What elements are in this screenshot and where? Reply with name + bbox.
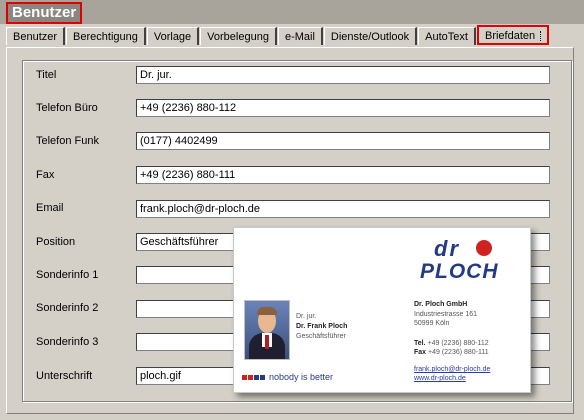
email-field[interactable]: frank.ploch@dr-ploch.de bbox=[136, 200, 550, 218]
tab-label: Benutzer bbox=[13, 31, 58, 43]
card-title: Dr. jur. bbox=[296, 313, 317, 320]
slogan-square-icon bbox=[260, 374, 265, 380]
slogan-square-icon bbox=[254, 374, 259, 380]
focus-dots bbox=[538, 31, 542, 42]
label-sonderinfo-1: Sonderinfo 1 bbox=[36, 269, 99, 281]
logo-dot bbox=[476, 240, 492, 256]
label-telefon-funk: Telefon Funk bbox=[36, 135, 99, 147]
card-city: 50999 Köln bbox=[414, 320, 450, 327]
label-sonderinfo-3: Sonderinfo 3 bbox=[36, 336, 99, 348]
card-fax-value: +49 (2236) 880-111 bbox=[428, 349, 489, 356]
card-position: Geschäftsführer bbox=[296, 333, 346, 340]
label-titel: Titel bbox=[36, 69, 57, 81]
slogan-text: nobody is better bbox=[269, 372, 334, 382]
tab-label: Dienste/Outlook bbox=[330, 31, 410, 43]
label-telefon-buero: Telefon Büro bbox=[36, 102, 98, 114]
tab-vorlage[interactable]: Vorlage bbox=[146, 27, 200, 45]
card-tel-value: +49 (2236) 880-112 bbox=[427, 340, 489, 347]
label-unterschrift: Unterschrift bbox=[36, 370, 93, 382]
slogan-square-icon bbox=[242, 374, 247, 380]
tab-vorbelegung[interactable]: Vorbelegung bbox=[200, 27, 277, 45]
tab-email[interactable]: e-Mail bbox=[277, 27, 323, 45]
logo-bottom-text: PLOCH bbox=[420, 260, 499, 282]
card-email-link: frank.ploch@dr-ploch.de bbox=[414, 366, 491, 373]
tab-briefdaten[interactable]: Briefdaten bbox=[476, 25, 550, 45]
card-slogan: nobody is better bbox=[242, 371, 333, 383]
slogan-square-icon bbox=[248, 374, 253, 380]
tab-label: Vorlage bbox=[153, 31, 192, 43]
tab-label: Vorbelegung bbox=[207, 31, 269, 43]
tab-dienste-outlook[interactable]: Dienste/Outlook bbox=[323, 27, 418, 45]
card-web-link: www.dr-ploch.de bbox=[414, 375, 466, 382]
tab-benutzer[interactable]: Benutzer bbox=[6, 27, 66, 45]
tab-autotext[interactable]: AutoText bbox=[418, 27, 476, 45]
tab-strip: Benutzer Berechtigung Vorlage Vorbelegun… bbox=[6, 25, 550, 47]
telefon-funk-field[interactable]: (0177) 4402499 bbox=[136, 132, 550, 150]
card-street: Industriestrasse 161 bbox=[414, 311, 478, 318]
tab-label: Berechtigung bbox=[73, 31, 138, 43]
card-name: Dr. Frank Ploch bbox=[296, 323, 348, 330]
fax-field[interactable]: +49 (2236) 880-111 bbox=[136, 166, 550, 184]
business-card-preview: dr PLOCH Dr. jur. Dr. Frank Ploch Geschä… bbox=[233, 227, 531, 393]
label-position: Position bbox=[36, 236, 76, 248]
title-highlight: Benutzer bbox=[6, 2, 83, 24]
tab-label: e-Mail bbox=[284, 31, 315, 43]
telefon-buero-field[interactable]: +49 (2236) 880-112 bbox=[136, 99, 550, 117]
card-tel-label: Tel. bbox=[414, 340, 426, 347]
card-company: Dr. Ploch GmbH bbox=[414, 301, 468, 308]
card-fax-label: Fax bbox=[414, 349, 427, 356]
portrait-photo bbox=[244, 300, 290, 360]
label-sonderinfo-2: Sonderinfo 2 bbox=[36, 302, 99, 314]
card-fax: Fax +49 (2236) 880-111 bbox=[414, 348, 489, 357]
page-title: Benutzer bbox=[12, 4, 77, 21]
title-bar: Benutzer bbox=[0, 0, 584, 24]
label-fax: Fax bbox=[36, 169, 55, 181]
tab-label: Briefdaten bbox=[484, 30, 536, 42]
tab-label: AutoText bbox=[425, 31, 468, 43]
company-logo: dr PLOCH bbox=[420, 236, 499, 282]
titel-field[interactable]: Dr. jur. bbox=[136, 66, 550, 84]
logo-top-text: dr bbox=[434, 236, 460, 261]
tab-berechtigung[interactable]: Berechtigung bbox=[66, 27, 146, 45]
card-tel: Tel. +49 (2236) 880-112 bbox=[414, 339, 489, 348]
label-email: Email bbox=[36, 202, 64, 214]
